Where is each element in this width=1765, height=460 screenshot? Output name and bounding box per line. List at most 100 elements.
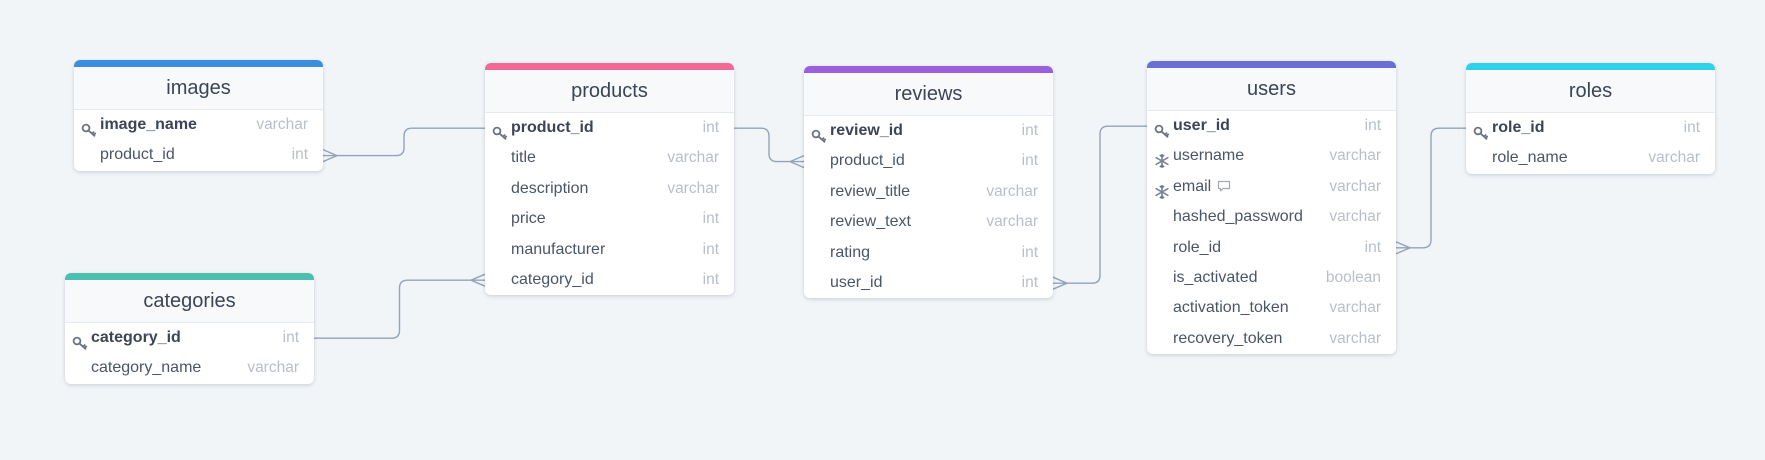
table-title[interactable]: products	[485, 70, 734, 113]
field-type: varchar	[1329, 299, 1381, 317]
field-row-description[interactable]: description varchar	[485, 174, 734, 204]
field-type: varchar	[667, 149, 719, 167]
field-type: int	[291, 146, 308, 164]
table-products[interactable]: products product_id int title varchar descrip…	[485, 63, 734, 296]
field-name-text: user_id	[1173, 117, 1230, 134]
relationship-line[interactable]	[323, 127, 485, 157]
field-type: varchar	[986, 213, 1038, 231]
field-name: category_name	[91, 353, 201, 383]
field-row-review-id[interactable]: review_id int	[804, 116, 1053, 146]
field-row-hashed-password[interactable]: hashed_password varchar	[1147, 202, 1396, 232]
field-row-user-id[interactable]: user_id int	[1147, 111, 1396, 141]
field-row-activation-token[interactable]: activation_token varchar	[1147, 293, 1396, 323]
table-color-bar	[804, 66, 1053, 73]
field-type: int	[1021, 122, 1038, 139]
field-type: varchar	[667, 179, 719, 197]
table-categories[interactable]: categories category_id int category_name var…	[65, 273, 314, 384]
field-name: role_name	[1492, 143, 1568, 173]
field-row-role-name[interactable]: role_name varchar	[1466, 143, 1715, 173]
field-row-product-id[interactable]: product_id int	[74, 140, 323, 170]
field-type: varchar	[1648, 149, 1700, 167]
field-name-text: is_activated	[1173, 268, 1258, 286]
field-name: review_text	[830, 207, 911, 237]
table-color-bar	[65, 273, 314, 280]
note-icon[interactable]	[1217, 173, 1231, 192]
field-row-user-id[interactable]: user_id int	[804, 268, 1053, 298]
unique-icon	[1154, 149, 1170, 169]
field-type: int	[1021, 243, 1038, 261]
table-color-bar	[74, 60, 323, 67]
field-name: price	[511, 204, 546, 234]
field-row-product-id[interactable]: product_id int	[804, 146, 1053, 176]
table-title[interactable]: categories	[65, 280, 314, 323]
field-row-price[interactable]: price int	[485, 204, 734, 234]
primary-key-icon	[1473, 121, 1489, 140]
table-images[interactable]: images image_name varchar product_id int	[74, 60, 323, 171]
field-name: product_id	[511, 113, 594, 143]
table-color-bar	[1466, 63, 1715, 70]
field-type: varchar	[1329, 208, 1381, 226]
crows-foot-many-marker	[1052, 276, 1068, 290]
field-name: username	[1173, 141, 1244, 171]
field-row-username[interactable]: username varchar	[1147, 141, 1396, 171]
field-name-text: description	[511, 179, 589, 197]
table-reviews[interactable]: reviews review_id int product_id int review_t…	[804, 66, 1053, 299]
primary-key-icon	[72, 331, 88, 350]
field-name: product_id	[830, 146, 905, 176]
relationship-line[interactable]	[734, 127, 804, 163]
field-name-text: product_id	[830, 152, 905, 170]
field-name: rating	[830, 238, 870, 268]
field-type: int	[282, 329, 299, 346]
field-name-text: price	[511, 210, 546, 228]
field-row-category-id[interactable]: category_id int	[65, 323, 314, 353]
table-title[interactable]: roles	[1466, 70, 1715, 113]
field-row-manufacturer[interactable]: manufacturer int	[485, 235, 734, 265]
field-row-product-id[interactable]: product_id int	[485, 113, 734, 143]
field-row-email[interactable]: email varchar	[1147, 172, 1396, 202]
field-name-text: review_title	[830, 182, 911, 200]
field-type: int	[1021, 273, 1038, 291]
field-name-text: product_id	[100, 146, 175, 164]
field-row-role-id[interactable]: role_id int	[1466, 113, 1715, 143]
table-users[interactable]: users user_id int username varchar email varch…	[1147, 61, 1396, 355]
crows-foot-many-marker	[322, 148, 338, 163]
field-row-category-id[interactable]: category_id int	[485, 265, 734, 295]
field-type: int	[702, 240, 719, 258]
field-row-category-name[interactable]: category_name varchar	[65, 353, 314, 383]
field-name-text: title	[511, 149, 536, 167]
field-type: varchar	[986, 182, 1038, 200]
field-name-text: username	[1173, 147, 1245, 165]
field-name-text: image_name	[100, 116, 197, 133]
field-row-role-id[interactable]: role_id int	[1147, 233, 1396, 263]
field-row-is-activated[interactable]: is_activated boolean	[1147, 263, 1396, 293]
er-diagram-canvas: images image_name varchar product_id int prod…	[0, 0, 1765, 460]
field-name-text: product_id	[511, 119, 594, 136]
field-row-title[interactable]: title varchar	[485, 143, 734, 173]
field-name-text: email	[1173, 177, 1212, 195]
table-roles[interactable]: roles role_id int role_name varchar	[1466, 63, 1715, 174]
table-color-bar	[1147, 61, 1396, 68]
field-name: description	[511, 174, 588, 204]
relationship-line[interactable]	[314, 279, 485, 339]
table-title[interactable]: images	[74, 67, 323, 110]
field-name: manufacturer	[511, 235, 605, 265]
field-name: recovery_token	[1173, 324, 1282, 354]
field-row-review-title[interactable]: review_title varchar	[804, 177, 1053, 207]
field-name: title	[511, 143, 536, 173]
table-title[interactable]: users	[1147, 68, 1396, 111]
field-name-text: review_text	[830, 213, 911, 231]
field-row-recovery-token[interactable]: recovery_token varchar	[1147, 324, 1396, 354]
field-name-text: recovery_token	[1173, 329, 1283, 347]
field-name: category_id	[511, 265, 594, 295]
field-row-review-text[interactable]: review_text varchar	[804, 207, 1053, 237]
field-name-text: hashed_password	[1173, 208, 1303, 226]
relationship-line[interactable]	[1396, 127, 1466, 249]
field-row-image-name[interactable]: image_name varchar	[74, 110, 323, 140]
table-color-bar	[485, 63, 734, 70]
unique-icon	[1154, 180, 1170, 200]
table-title[interactable]: reviews	[804, 73, 1053, 116]
relationship-line[interactable]	[1053, 125, 1147, 284]
field-name-text: role_name	[1492, 149, 1568, 167]
field-name-text: review_id	[830, 122, 903, 139]
field-row-rating[interactable]: rating int	[804, 238, 1053, 268]
